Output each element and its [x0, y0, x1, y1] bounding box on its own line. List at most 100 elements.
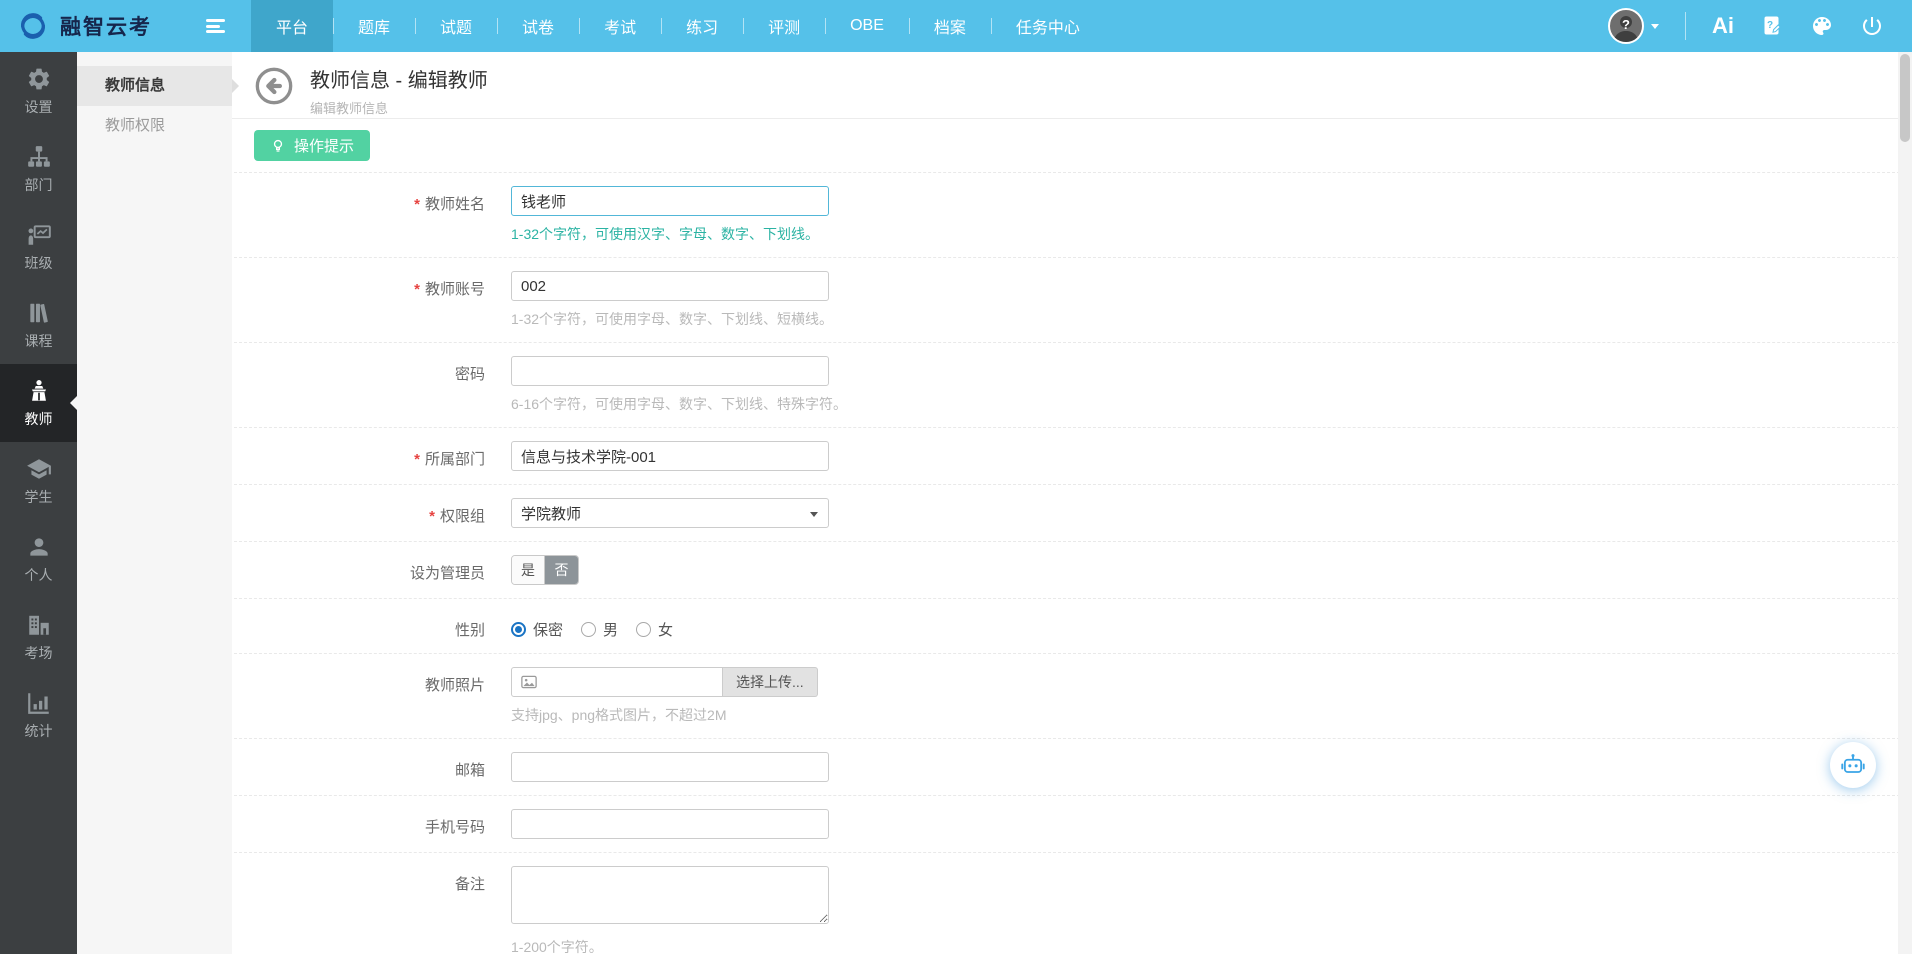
- menu-item-evaluation[interactable]: 评测: [743, 0, 825, 52]
- sidebar: 设置 部门 班级: [0, 52, 77, 954]
- choose-upload-button[interactable]: 选择上传...: [723, 667, 818, 697]
- brand: 融智云考: [0, 0, 200, 52]
- feedback-doc-icon[interactable]: ?: [1760, 14, 1784, 38]
- topbar: 融智云考 平台 题库 试题 试卷 考试 练习 评测 OBE 档案 任务中心 ? …: [0, 0, 1912, 52]
- menu-item-task-center[interactable]: 任务中心: [991, 0, 1105, 52]
- field-helper: 支持jpg、png格式图片，不超过2M: [511, 705, 1910, 725]
- sidebar-item-students[interactable]: 学生: [0, 442, 77, 520]
- logo-icon: [16, 9, 50, 43]
- sidebar-item-label: 个人: [25, 565, 53, 585]
- sidebar-item-label: 班级: [25, 253, 53, 273]
- avatar[interactable]: ?: [1608, 8, 1644, 44]
- radio-selected-icon: [511, 622, 526, 637]
- theme-palette-icon[interactable]: [1810, 14, 1834, 38]
- form-row-gender: 性别 保密 男 女: [234, 598, 1910, 653]
- form-row-remarks: 备注 1-200个字符。: [234, 852, 1910, 954]
- sidebar-item-label: 部门: [25, 175, 53, 195]
- topbar-divider: [1685, 12, 1686, 40]
- radio-icon: [581, 622, 596, 637]
- remarks-textarea[interactable]: [511, 866, 829, 924]
- brand-name: 融智云考: [60, 11, 152, 41]
- gender-option-male[interactable]: 男: [581, 619, 618, 640]
- scrollbar-thumb[interactable]: [1900, 54, 1910, 142]
- page-subtitle: 编辑教师信息: [310, 98, 488, 117]
- robot-icon: [1839, 751, 1867, 779]
- photo-filename-box[interactable]: [511, 667, 723, 697]
- sidebar-item-classes[interactable]: 班级: [0, 208, 77, 286]
- content-header: 教师信息 - 编辑教师 编辑教师信息: [232, 52, 1912, 119]
- menu-item-exams[interactable]: 考试: [579, 0, 661, 52]
- gender-option-secret[interactable]: 保密: [511, 619, 563, 640]
- email-input[interactable]: [511, 752, 829, 782]
- field-label: 设为管理员: [234, 555, 511, 585]
- form-row-phone: 手机号码: [234, 795, 1910, 852]
- field-label: 密码: [234, 356, 511, 414]
- form-row-admin-toggle: 设为管理员 是 否: [234, 541, 1910, 598]
- menu-item-platform[interactable]: 平台: [251, 0, 333, 52]
- menu-item-papers[interactable]: 试卷: [497, 0, 579, 52]
- required-asterisk: *: [414, 281, 420, 298]
- main-content: 教师信息 - 编辑教师 编辑教师信息 操作提示 *教师姓名 1-32个字符，可使…: [232, 52, 1912, 954]
- gear-icon: [26, 66, 52, 92]
- phone-input[interactable]: [511, 809, 829, 839]
- field-helper: 1-200个字符。: [511, 937, 1910, 954]
- sidebar-item-teachers[interactable]: 教师: [0, 364, 77, 442]
- form-row-password: 密码 6-16个字符，可使用字母、数字、下划线、特殊字符。: [234, 342, 1910, 427]
- sidebar-item-label: 统计: [25, 721, 53, 741]
- ai-robot-fab[interactable]: [1830, 742, 1876, 788]
- admin-toggle-no[interactable]: 否: [545, 556, 578, 584]
- admin-toggle-yes[interactable]: 是: [512, 556, 545, 584]
- subsidebar-item-teacher-info[interactable]: 教师信息: [77, 66, 232, 106]
- form-row-photo: 教师照片 选择上传... 支持jpg、png格式图片，不超过2M: [234, 653, 1910, 738]
- field-label: 备注: [234, 866, 511, 954]
- books-icon: [26, 300, 52, 326]
- logout-power-icon[interactable]: [1860, 14, 1884, 38]
- field-label: 邮箱: [234, 752, 511, 782]
- back-button[interactable]: [254, 66, 294, 111]
- collapse-menu-icon[interactable]: [200, 0, 251, 52]
- user-menu[interactable]: ?: [1608, 8, 1659, 44]
- required-asterisk: *: [414, 451, 420, 468]
- sidebar-item-personal[interactable]: 个人: [0, 520, 77, 598]
- gender-option-female[interactable]: 女: [636, 619, 673, 640]
- ai-assistant-button[interactable]: Ai: [1712, 13, 1734, 39]
- main-menu: 平台 题库 试题 试卷 考试 练习 评测 OBE 档案 任务中心: [251, 0, 1105, 52]
- sidebar-item-courses[interactable]: 课程: [0, 286, 77, 364]
- menu-item-practice[interactable]: 练习: [661, 0, 743, 52]
- image-icon: [520, 673, 538, 691]
- topbar-right: ? Ai ?: [1608, 0, 1912, 52]
- teacher-account-input[interactable]: [511, 271, 829, 301]
- field-label: 性别: [234, 612, 511, 640]
- permission-group-select[interactable]: 学院教师: [511, 498, 829, 528]
- sidebar-item-settings[interactable]: 设置: [0, 52, 77, 130]
- avatar-question-mark: ?: [1610, 17, 1642, 32]
- page-scrollbar[interactable]: [1898, 52, 1912, 954]
- menu-item-obe[interactable]: OBE: [825, 0, 909, 52]
- classroom-icon: [26, 222, 52, 248]
- teacher-podium-icon: [26, 378, 52, 404]
- tips-bar: 操作提示: [232, 119, 1912, 172]
- sidebar-item-exam-rooms[interactable]: 考场: [0, 598, 77, 676]
- menu-item-questions[interactable]: 试题: [415, 0, 497, 52]
- menu-item-archives[interactable]: 档案: [909, 0, 991, 52]
- sidebar-item-label: 考场: [25, 643, 53, 663]
- chevron-down-icon: [1651, 24, 1659, 29]
- admin-toggle: 是 否: [511, 555, 579, 585]
- sidebar-item-label: 教师: [25, 409, 53, 429]
- selected-option: 学院教师: [521, 503, 581, 524]
- teacher-name-input[interactable]: [511, 186, 829, 216]
- field-label: 手机号码: [234, 809, 511, 839]
- department-input[interactable]: [511, 441, 829, 471]
- password-input[interactable]: [511, 356, 829, 386]
- chevron-down-icon: [810, 512, 818, 517]
- org-chart-icon: [26, 144, 52, 170]
- back-arrow-icon: [254, 66, 294, 106]
- form-row-teacher-name: *教师姓名 1-32个字符，可使用汉字、字母、数字、下划线。: [234, 172, 1910, 257]
- menu-item-question-bank[interactable]: 题库: [333, 0, 415, 52]
- sidebar-item-departments[interactable]: 部门: [0, 130, 77, 208]
- subsidebar-item-teacher-permissions[interactable]: 教师权限: [77, 106, 232, 146]
- person-icon: [26, 534, 52, 560]
- operation-tips-button[interactable]: 操作提示: [254, 130, 370, 161]
- sidebar-item-statistics[interactable]: 统计: [0, 676, 77, 754]
- field-label: *所属部门: [234, 441, 511, 471]
